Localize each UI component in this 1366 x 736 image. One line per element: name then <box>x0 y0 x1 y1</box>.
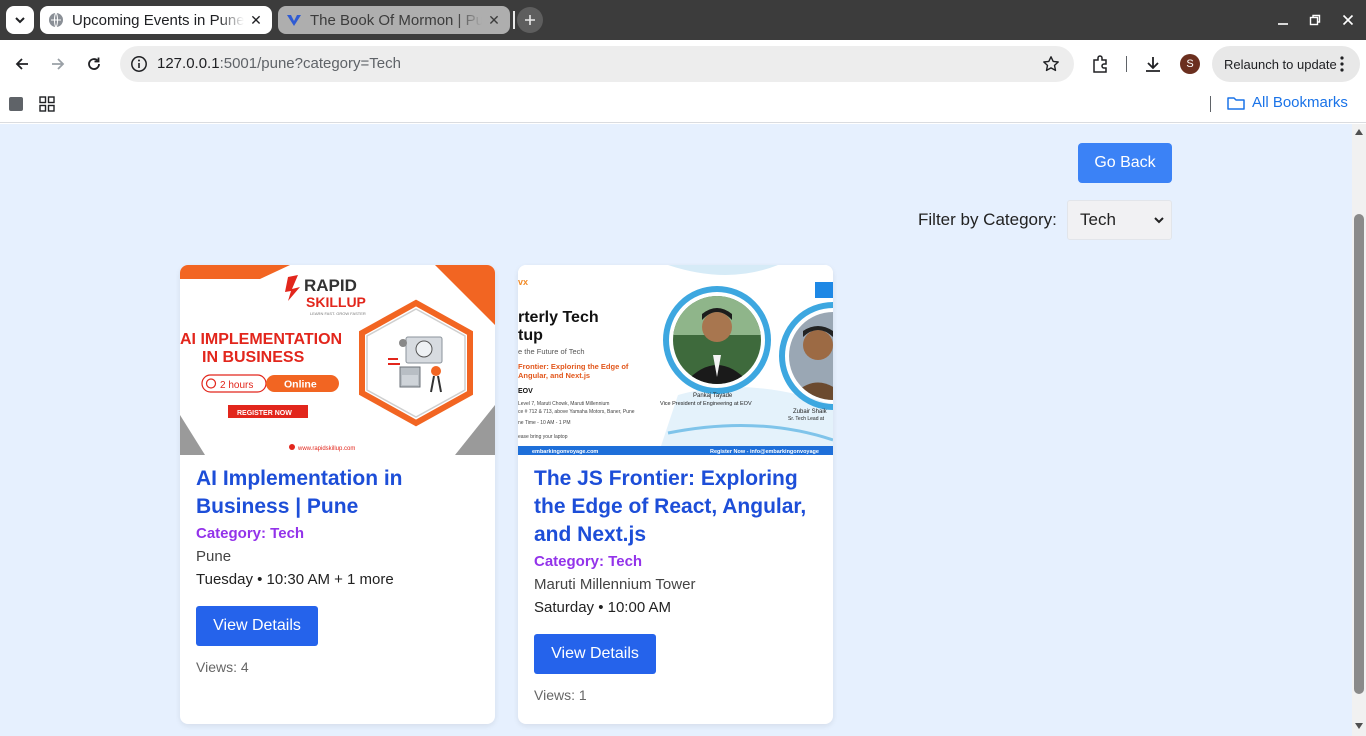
poster-brand-top: RAPID <box>304 276 357 295</box>
event-title[interactable]: The JS Frontier: Exploring the Edge of R… <box>534 465 817 549</box>
plus-icon <box>525 15 535 25</box>
poster-talk-1: Frontier: Exploring the Edge of <box>518 362 629 371</box>
tab-title: Upcoming Events in Pune <box>72 11 244 29</box>
restore-icon <box>1309 14 1321 26</box>
bookmark-star-icon[interactable] <box>1042 55 1060 73</box>
tab-upcoming-events[interactable]: Upcoming Events in Pune ✕ <box>40 6 272 34</box>
event-views: Views: 1 <box>534 687 587 703</box>
poster-addr-1: Level 7, Maruti Chowk, Maruti Millennium <box>518 401 609 407</box>
poster-addr-2: ce # 712 & 713, above Yamaha Motors, Ban… <box>518 409 635 415</box>
event-poster-image[interactable]: RAPID SKILLUP LEARN FAST. GROW FASTER AI… <box>180 265 495 455</box>
poster-time: ne Time - 10 AM - 1 PM <box>518 420 571 426</box>
poster-brand: vx <box>518 277 528 287</box>
chevron-down-icon <box>15 17 25 24</box>
poster-brand-bottom: SKILLUP <box>306 294 366 310</box>
poster-note: ease bring your laptop <box>518 434 568 440</box>
download-icon[interactable] <box>1143 54 1163 74</box>
close-icon[interactable]: ✕ <box>486 12 502 28</box>
poster-headline-2: tup <box>518 327 543 344</box>
poster-talk-2: Angular, and Next.js <box>518 371 590 380</box>
event-card: vx rterly Tech tup e the Future of Tech … <box>518 265 833 724</box>
bookmarks-bar: All Bookmarks <box>0 88 1366 123</box>
more-menu-icon[interactable] <box>1334 55 1350 73</box>
event-card: RAPID SKILLUP LEARN FAST. GROW FASTER AI… <box>180 265 495 724</box>
arrow-right-icon <box>52 58 65 70</box>
folder-icon <box>1227 95 1245 111</box>
globe-icon <box>48 12 64 28</box>
close-window-button[interactable] <box>1338 10 1358 30</box>
event-datetime: Tuesday • 10:30 AM + 1 more <box>196 571 394 588</box>
scroll-down-icon[interactable] <box>1355 722 1363 730</box>
extensions-icon[interactable] <box>1090 54 1110 74</box>
browser-toolbar: 127.0.0.1:5001/pune?category=Tech S Rela… <box>0 40 1366 88</box>
poster-speaker-1-role: Vice President of Engineering at EOV <box>660 401 752 407</box>
category-select[interactable]: Tech <box>1067 200 1172 240</box>
tab-divider <box>513 11 515 29</box>
event-venue: Pune <box>196 548 232 565</box>
arrow-left-icon <box>15 58 28 70</box>
tab-book-of-mormon[interactable]: The Book Of Mormon | Pune ✕ <box>278 6 510 34</box>
tab-groups-icon[interactable] <box>7 95 25 113</box>
tab-title: The Book Of Mormon | Pune <box>310 11 482 29</box>
reload-button[interactable] <box>80 50 108 78</box>
scroll-up-icon[interactable] <box>1355 128 1363 136</box>
event-views: Views: 4 <box>196 659 249 675</box>
poster-cta: REGISTER NOW <box>237 410 292 417</box>
maximize-button[interactable] <box>1305 10 1325 30</box>
profile-avatar[interactable]: S <box>1180 54 1200 74</box>
poster-subtitle: e the Future of Tech <box>518 347 585 356</box>
poster-headline-1: AI IMPLEMENTATION <box>180 331 342 348</box>
new-tab-button[interactable] <box>517 7 543 33</box>
poster-headline-2: IN BUSINESS <box>202 349 305 366</box>
category-select-value: Tech <box>1080 210 1116 229</box>
view-details-button[interactable]: View Details <box>196 606 318 646</box>
close-icon[interactable]: ✕ <box>248 12 264 28</box>
tab-search-button[interactable] <box>6 6 34 34</box>
poster-footer-right: Register Now - info@embarkingonvoyage <box>710 449 819 455</box>
tab-strip: Upcoming Events in Pune ✕ The Book Of Mo… <box>0 0 1366 40</box>
apps-grid-icon[interactable] <box>38 95 56 113</box>
relaunch-label: Relaunch to update <box>1224 56 1337 72</box>
poster-site: www.rapidskillup.com <box>297 446 355 452</box>
url-host: 127.0.0.1 <box>157 55 220 72</box>
filter-label: Filter by Category: <box>918 210 1057 229</box>
bookmyshow-icon <box>286 12 302 28</box>
reload-icon <box>88 57 100 70</box>
minimize-button[interactable] <box>1273 10 1293 30</box>
address-bar[interactable]: 127.0.0.1:5001/pune?category=Tech <box>120 46 1074 82</box>
chevron-down-icon <box>1153 214 1165 226</box>
site-info-icon[interactable] <box>130 55 148 73</box>
poster-speaker-2-role: Sr. Tech Lead at <box>788 416 825 422</box>
view-details-button[interactable]: View Details <box>534 634 656 674</box>
relaunch-button[interactable]: Relaunch to update <box>1212 46 1360 82</box>
event-poster-image[interactable]: vx rterly Tech tup e the Future of Tech … <box>518 265 833 455</box>
all-bookmarks-label: All Bookmarks <box>1252 94 1348 111</box>
poster-org: EOV <box>518 388 533 395</box>
toolbar-divider <box>1126 56 1127 72</box>
url-path: :5001/pune?category=Tech <box>219 55 401 72</box>
bookmarks-divider <box>1210 96 1211 112</box>
event-venue: Maruti Millennium Tower <box>534 576 696 593</box>
poster-tagline: LEARN FAST. GROW FASTER <box>310 311 366 316</box>
poster-duration: 2 hours <box>220 380 253 391</box>
page-viewport: Go Back Filter by Category: Tech RAPID S… <box>0 124 1352 736</box>
minimize-icon <box>1278 23 1288 25</box>
poster-speaker-2: Zubair Shaik <box>793 409 828 415</box>
go-back-button[interactable]: Go Back <box>1078 143 1172 183</box>
close-icon <box>1342 14 1354 26</box>
event-category: Category: Tech <box>196 525 305 542</box>
event-category: Category: Tech <box>534 553 643 570</box>
poster-mode: Online <box>284 379 317 391</box>
forward-button[interactable] <box>44 50 72 78</box>
scrollbar-thumb[interactable] <box>1354 214 1364 694</box>
event-title[interactable]: AI Implementation in Business | Pune <box>196 465 479 521</box>
poster-footer-left: embarkingonvoyage.com <box>532 449 598 455</box>
back-button[interactable] <box>8 50 36 78</box>
event-datetime: Saturday • 10:00 AM <box>534 599 671 616</box>
url-text[interactable]: 127.0.0.1:5001/pune?category=Tech <box>157 55 401 72</box>
poster-speaker-1: Pankaj Tayade <box>693 393 733 399</box>
page-scrollbar[interactable] <box>1352 124 1366 736</box>
poster-headline-1: rterly Tech <box>518 309 599 326</box>
all-bookmarks-button[interactable]: All Bookmarks <box>1227 94 1348 111</box>
